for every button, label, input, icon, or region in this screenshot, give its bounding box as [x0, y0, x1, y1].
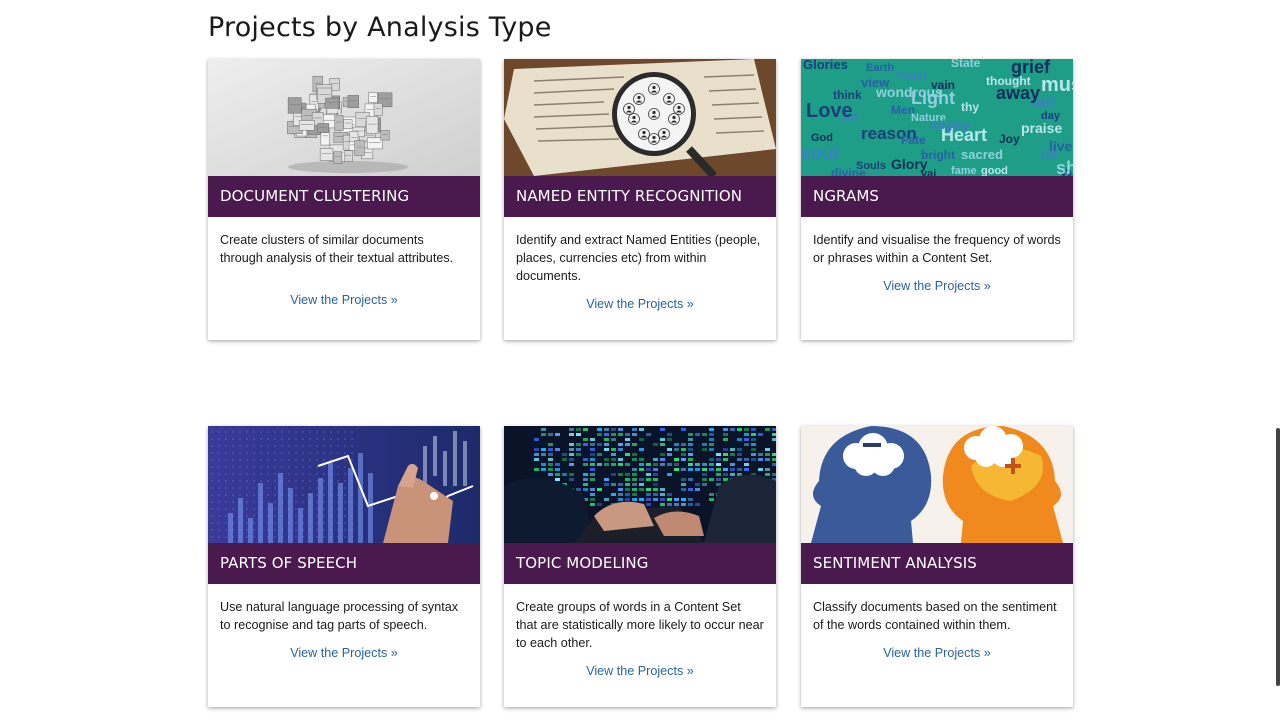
card-title: NGRAMS: [801, 176, 1073, 217]
card-title: PARTS OF SPEECH: [208, 543, 480, 584]
card-description: Create groups of words in a Content Set …: [516, 600, 764, 650]
named-entity-recognition-image[interactable]: [504, 59, 776, 176]
svg-text:praise: praise: [1021, 120, 1062, 136]
card-title: DOCUMENT CLUSTERING: [208, 176, 480, 217]
topic-modeling-image[interactable]: [504, 426, 776, 543]
svg-text:thought: thought: [986, 74, 1031, 88]
view-projects-link[interactable]: View the Projects »: [504, 664, 776, 678]
card-title: NAMED ENTITY RECOGNITION: [504, 176, 776, 217]
view-projects-link[interactable]: View the Projects »: [801, 279, 1073, 293]
card-description: Identify and extract Named Entities (peo…: [516, 233, 761, 283]
view-projects-link[interactable]: View the Projects »: [208, 646, 480, 660]
svg-text:live: live: [1049, 138, 1073, 154]
svg-text:sacred: sacred: [961, 147, 1003, 162]
view-projects-link[interactable]: View the Projects »: [208, 293, 480, 307]
page-scrollbar[interactable]: [1276, 428, 1280, 686]
card-sentiment-analysis: SENTIMENT ANALYSIS Classify documents ba…: [801, 426, 1073, 707]
card-title: TOPIC MODELING: [504, 543, 776, 584]
svg-text:State: State: [951, 59, 981, 70]
parts-of-speech-image[interactable]: [208, 426, 480, 543]
svg-text:divine: divine: [831, 166, 866, 176]
view-projects-link[interactable]: View the Projects »: [801, 646, 1073, 660]
svg-text:Earth: Earth: [866, 62, 894, 74]
card-parts-of-speech: PARTS OF SPEECH Use natural language pro…: [208, 426, 480, 707]
card-title: SENTIMENT ANALYSIS: [801, 543, 1073, 584]
svg-text:sha: sha: [1056, 158, 1073, 176]
svg-text:good: good: [981, 165, 1008, 176]
svg-text:vai: vai: [921, 168, 936, 176]
svg-text:Love: Love: [806, 100, 853, 122]
svg-text:mighty: mighty: [931, 118, 971, 132]
card-ngrams: GloriesEarthStategriefmusfairthinkviewLi…: [801, 59, 1073, 340]
svg-text:Fate: Fate: [901, 133, 926, 147]
svg-text:soul: soul: [801, 143, 838, 163]
card-topic-modeling: TOPIC MODELING Create groups of words in…: [504, 426, 776, 707]
card-description: Classify documents based on the sentimen…: [813, 600, 1057, 632]
view-projects-link[interactable]: View the Projects »: [504, 297, 776, 311]
svg-text:Glories: Glories: [803, 59, 848, 72]
ngrams-word-cloud-image[interactable]: GloriesEarthStategriefmusfairthinkviewLi…: [801, 59, 1073, 176]
card-description: Identify and visualise the frequency of …: [813, 233, 1061, 265]
svg-text:mus: mus: [1041, 74, 1073, 96]
card-document-clustering: DOCUMENT CLUSTERING Create clusters of s…: [208, 59, 480, 340]
page-title: Projects by Analysis Type: [208, 12, 552, 43]
card-description: Use natural language processing of synta…: [220, 600, 459, 632]
document-clustering-image[interactable]: [208, 59, 480, 176]
card-description: Create clusters of similar documents thr…: [220, 233, 454, 265]
svg-text:Youth: Youth: [896, 70, 927, 82]
svg-text:thy: thy: [961, 100, 979, 114]
svg-text:day: day: [1041, 110, 1061, 122]
card-named-entity-recognition: NAMED ENTITY RECOGNITION Identify and ex…: [504, 59, 776, 340]
svg-text:fame: fame: [951, 165, 977, 176]
svg-text:vain: vain: [931, 78, 955, 92]
svg-text:Joy: Joy: [999, 132, 1020, 146]
sentiment-analysis-image[interactable]: [801, 426, 1073, 543]
